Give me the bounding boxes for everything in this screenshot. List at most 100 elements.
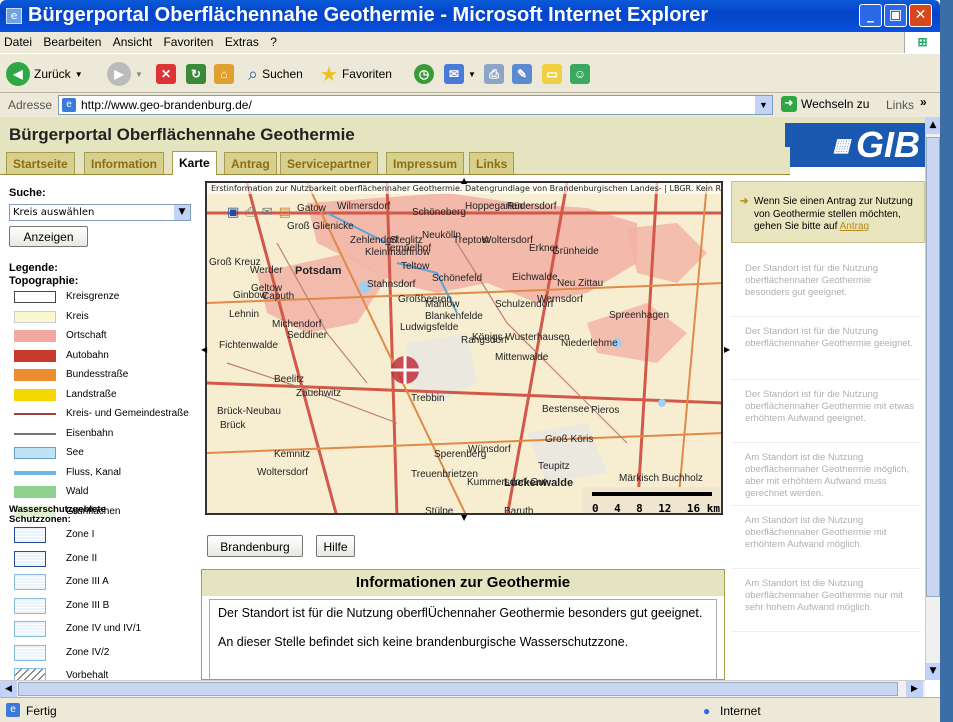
- links-label[interactable]: Links: [886, 98, 914, 112]
- suitability-item: Am Standort ist die Nutzung oberflächenn…: [731, 572, 921, 632]
- history-button[interactable]: ◷: [414, 61, 434, 87]
- antrag-notice: ➔ Wenn Sie einen Antrag zur Nutzung von …: [731, 181, 925, 243]
- legend-label: Kreis: [66, 310, 89, 322]
- scroll-left-icon[interactable]: ◀: [0, 681, 17, 697]
- legend-item: See: [14, 443, 194, 463]
- map-canvas[interactable]: [207, 183, 723, 515]
- tab-servicepartner[interactable]: Servicepartner: [280, 152, 379, 174]
- zone-swatch: [14, 527, 46, 543]
- notes-button[interactable]: ▭: [542, 61, 562, 87]
- suitability-item: Am Standort ist die Nutzung oberflächenn…: [731, 509, 921, 569]
- stop-button[interactable]: ✕: [156, 61, 176, 87]
- legend-swatch: [14, 291, 56, 303]
- zone-label: Zone III A: [66, 576, 109, 587]
- legend-swatch: [14, 447, 56, 459]
- legend-label: See: [66, 447, 84, 458]
- tab-information[interactable]: Information: [84, 152, 164, 174]
- hilfe-button[interactable]: Hilfe: [316, 535, 355, 557]
- menu-favoriten[interactable]: Favoriten: [159, 32, 217, 49]
- print-button[interactable]: ⎙: [484, 61, 504, 87]
- title-bar: e Bürgerportal Oberflächennahe Geothermi…: [0, 0, 940, 32]
- town-label: Schönefeld: [432, 273, 483, 284]
- menu-bearbeiten[interactable]: Bearbeiten: [39, 32, 105, 49]
- scroll-down-icon[interactable]: ▼: [926, 663, 940, 680]
- pan-north-icon[interactable]: ▲: [461, 176, 467, 185]
- print-icon: ⎙: [484, 64, 504, 84]
- kreis-select[interactable]: Kreis auswählen ▼: [9, 204, 191, 221]
- scroll-right-icon[interactable]: ▶: [906, 681, 923, 697]
- status-text: Fertig: [26, 704, 57, 718]
- vertical-scrollbar[interactable]: ▲ ▼: [925, 117, 940, 680]
- legend-label: Landstraße: [66, 388, 117, 400]
- map-tools: ▣ ⎙ ✉ ▤: [227, 205, 291, 220]
- menu-ansicht[interactable]: Ansicht: [109, 32, 156, 49]
- town-label: Mittenwalde: [495, 352, 549, 363]
- mail-icon[interactable]: ✉: [262, 205, 273, 220]
- town-label: Kummersdorf-Gut: [467, 477, 547, 488]
- status-bar: e Fertig ● Internet: [0, 697, 940, 722]
- forward-button[interactable]: ▶ ▼: [107, 61, 143, 87]
- zone-label: Vorbehalt: [66, 670, 109, 680]
- pan-south-icon[interactable]: ▼: [461, 513, 467, 522]
- search-icon: ⌕: [248, 63, 259, 84]
- brandenburg-button[interactable]: Brandenburg: [207, 535, 303, 557]
- address-input[interactable]: e http://www.geo-brandenburg.de/ ▼: [58, 95, 773, 115]
- close-button[interactable]: ✕: [909, 4, 932, 27]
- town-label: Ludwigsfelde: [400, 322, 459, 333]
- zone-item: Zone III A: [14, 572, 194, 592]
- maximize-button[interactable]: ▣: [884, 4, 907, 27]
- mail-icon: ✉: [444, 64, 464, 84]
- print-icon[interactable]: ⎙: [245, 205, 255, 220]
- refresh-button[interactable]: ↻: [186, 61, 206, 87]
- refresh-icon: ↻: [186, 64, 206, 84]
- mail-button[interactable]: ✉ ▼: [444, 61, 476, 87]
- legend-swatch: [14, 466, 56, 479]
- legend-item: Autobahn: [14, 346, 194, 366]
- zone-swatch: [14, 621, 46, 637]
- zone-label: Zone IV/2: [66, 646, 110, 658]
- minimize-button[interactable]: _: [859, 4, 882, 27]
- scale-label: 16 km: [686, 502, 720, 515]
- edit-button[interactable]: ✎: [512, 61, 532, 87]
- messenger-button[interactable]: ☺: [570, 61, 590, 87]
- scroll-up-icon[interactable]: ▲: [926, 117, 940, 134]
- tab-startseite[interactable]: Startseite: [6, 152, 75, 174]
- go-button[interactable]: ➜ Wechseln zu: [781, 96, 869, 112]
- tab-antrag[interactable]: Antrag: [224, 152, 277, 174]
- legend-label: Bundesstraße: [66, 369, 129, 380]
- search-button[interactable]: ⌕ Suchen: [248, 61, 303, 87]
- pan-east-icon[interactable]: ▶: [724, 345, 730, 354]
- home-button[interactable]: ⌂: [214, 61, 234, 87]
- menu-datei[interactable]: Datei: [0, 32, 36, 49]
- window-title: Bürgerportal Oberflächennahe Geothermie …: [28, 4, 709, 26]
- antrag-link[interactable]: Antrag: [840, 221, 869, 232]
- tab-karte[interactable]: Karte: [172, 151, 217, 175]
- anzeigen-button[interactable]: Anzeigen: [9, 226, 88, 247]
- address-dropdown-icon[interactable]: ▼: [755, 96, 772, 114]
- zone-label: Zone I: [66, 529, 95, 540]
- menu-help[interactable]: ?: [266, 32, 281, 49]
- gib-logo: ▦ GIB: [785, 123, 925, 167]
- menu-extras[interactable]: Extras: [221, 32, 263, 49]
- horizontal-scrollbar[interactable]: ◀ ▶: [0, 680, 925, 697]
- town-label: Potsdam: [295, 265, 342, 277]
- town-label: Eichwalde: [512, 272, 558, 283]
- export-icon[interactable]: ▤: [279, 205, 291, 220]
- tab-impressum[interactable]: Impressum: [386, 152, 465, 174]
- pan-west-icon[interactable]: ◀: [201, 345, 207, 354]
- town-label: Groß Glienicke: [287, 221, 354, 232]
- left-pane: Suche: Kreis auswählen ▼ Anzeigen Legend…: [0, 175, 200, 680]
- tab-links[interactable]: Links: [469, 152, 515, 174]
- legend-topo-title: Topographie:: [9, 275, 79, 287]
- hscroll-thumb[interactable]: [18, 682, 898, 696]
- arrow-right-icon: ➔: [740, 196, 749, 207]
- chevron-down-icon: ▼: [468, 69, 476, 79]
- scroll-thumb[interactable]: [926, 137, 940, 597]
- zone-swatch: [14, 597, 46, 614]
- zone-swatch: [14, 574, 46, 590]
- chevron-right-icon[interactable]: »: [920, 95, 927, 109]
- save-icon[interactable]: ▣: [227, 205, 239, 220]
- favorites-button[interactable]: ★ Favoriten: [320, 61, 392, 87]
- map-view[interactable]: Erstinformation zur Nutzbarkeit oberfläc…: [205, 181, 723, 515]
- back-button[interactable]: ◀ Zurück ▼: [6, 61, 83, 87]
